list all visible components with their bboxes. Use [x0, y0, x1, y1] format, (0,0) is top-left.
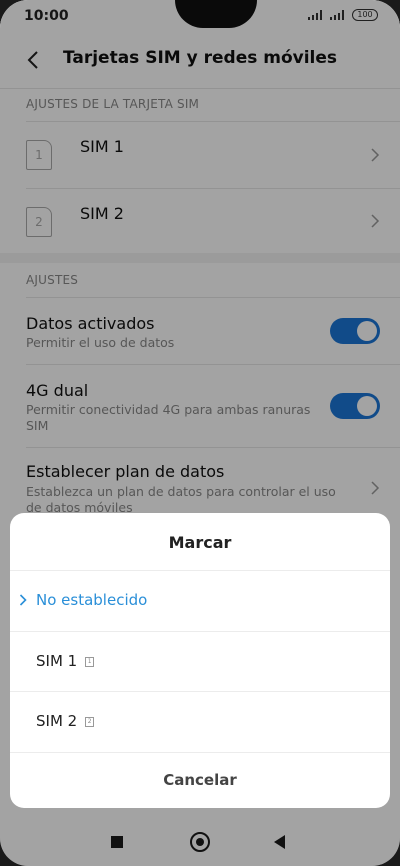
- recents-icon[interactable]: [111, 836, 123, 848]
- option-label: No establecido: [36, 591, 148, 609]
- selected-chevron-icon: [19, 594, 27, 606]
- option-sim-2[interactable]: SIM 2 2: [10, 692, 390, 752]
- sim-card-icon: 2: [85, 717, 95, 727]
- navigation-bar: [0, 808, 400, 866]
- sim-card-icon: 1: [85, 657, 95, 667]
- default-sim-dialog: Marcar No establecido SIM 1 1 SIM 2 2 Canc…: [10, 513, 390, 808]
- dialog-title: Marcar: [168, 533, 232, 552]
- back-triangle-icon[interactable]: [274, 835, 285, 849]
- cancel-button[interactable]: Cancelar: [10, 752, 390, 808]
- option-not-set[interactable]: No establecido: [10, 571, 390, 631]
- option-label: SIM 1: [36, 652, 78, 670]
- option-sim-1[interactable]: SIM 1 1: [10, 632, 390, 692]
- option-label: SIM 2: [36, 712, 78, 730]
- settings-screen: 10:00 100 Tarjetas SIM y redes móviles A…: [0, 0, 400, 866]
- home-icon[interactable]: [190, 832, 210, 852]
